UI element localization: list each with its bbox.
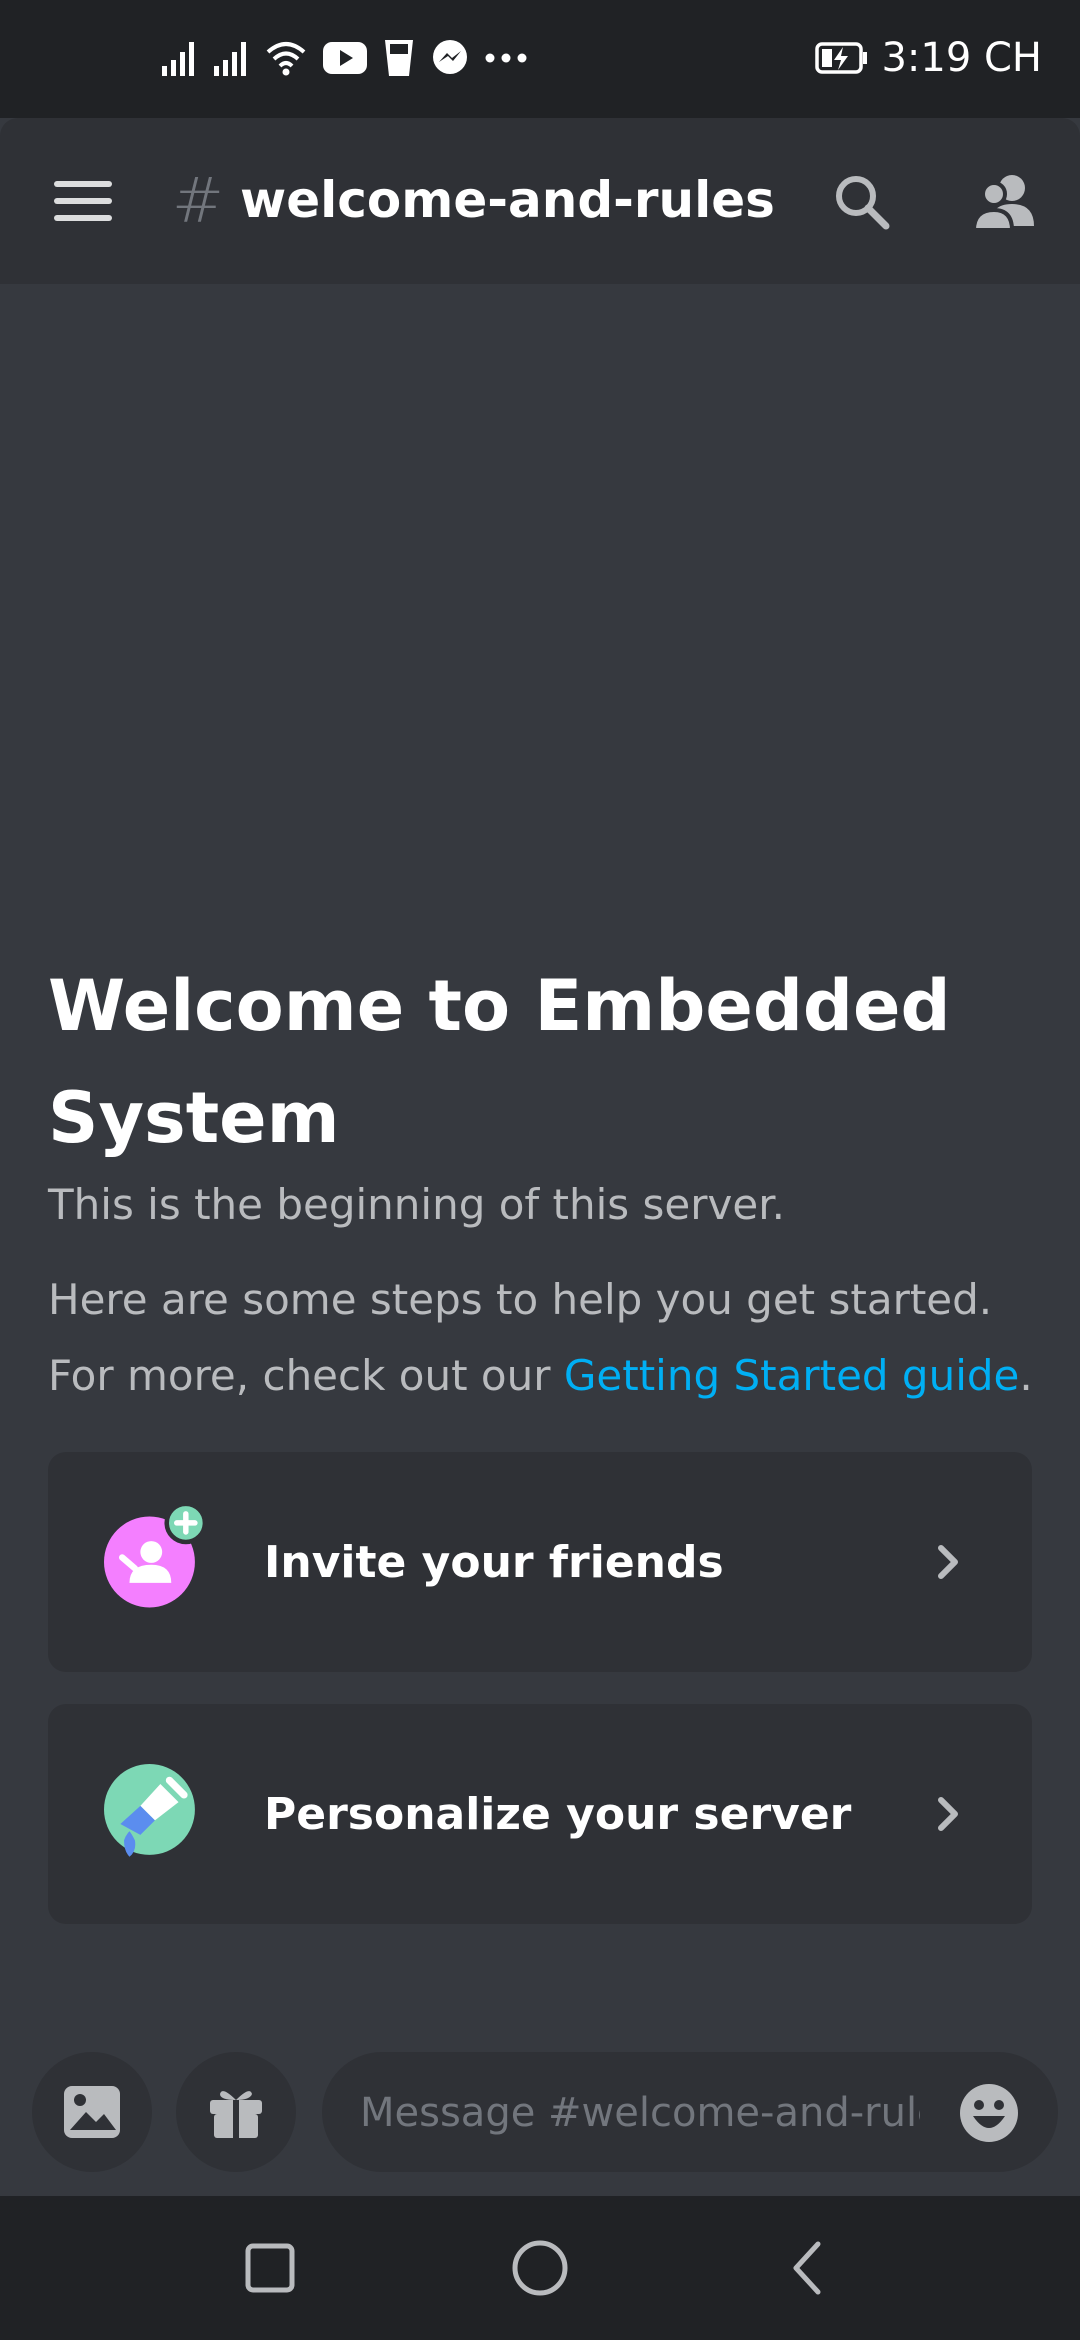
channel-hash-icon: # [172, 164, 224, 237]
youtube-icon [323, 42, 367, 74]
getting-started-link[interactable]: Getting Started guide [564, 1351, 1020, 1400]
more-icon [485, 53, 527, 63]
gift-icon [210, 2091, 262, 2138]
image-icon [64, 2086, 120, 2138]
battery-charging-icon [815, 42, 868, 74]
personalize-server-label: Personalize your server [264, 1788, 852, 1840]
channel-title: welcome-and-rules [240, 171, 775, 229]
status-bar: 3:19 CH [0, 0, 1080, 118]
messenger-icon [433, 40, 467, 74]
welcome-help-text: Here are some steps to help you get star… [48, 1262, 1038, 1414]
chevron-right-icon [938, 1797, 958, 1831]
cup-icon [385, 40, 413, 76]
home-icon[interactable] [510, 2238, 570, 2298]
clock: 3:19 CH [881, 35, 1042, 81]
invite-friends-label: Invite your friends [264, 1536, 724, 1588]
paint-brush-icon [104, 1764, 195, 1857]
menu-icon[interactable] [54, 181, 112, 221]
invite-friends-icon [104, 1501, 208, 1608]
welcome-subtitle: This is the beginning of this server. [48, 1180, 785, 1229]
emoji-icon[interactable] [958, 2082, 1020, 2144]
message-composer[interactable] [322, 2052, 1058, 2174]
chevron-right-icon [938, 1545, 958, 1579]
wifi-icon [266, 42, 306, 76]
welcome-title: Welcome to Embedded System [48, 965, 951, 1159]
system-nav-bar [0, 2196, 1080, 2340]
members-icon[interactable] [970, 168, 1040, 238]
help-text-end: . [1019, 1351, 1033, 1400]
back-icon[interactable] [780, 2238, 840, 2298]
signal-icon [162, 42, 194, 76]
channel-header: # welcome-and-rules [0, 118, 1080, 284]
invite-friends-card[interactable]: Invite your friends [48, 1452, 1032, 1672]
search-icon[interactable] [830, 170, 894, 234]
recents-icon[interactable] [240, 2238, 300, 2298]
personalize-server-card[interactable]: Personalize your server [48, 1704, 1032, 1924]
signal-icon [214, 42, 246, 76]
attach-image-button[interactable] [32, 2052, 152, 2172]
gift-button[interactable] [176, 2052, 296, 2172]
message-input[interactable] [358, 2052, 922, 2174]
